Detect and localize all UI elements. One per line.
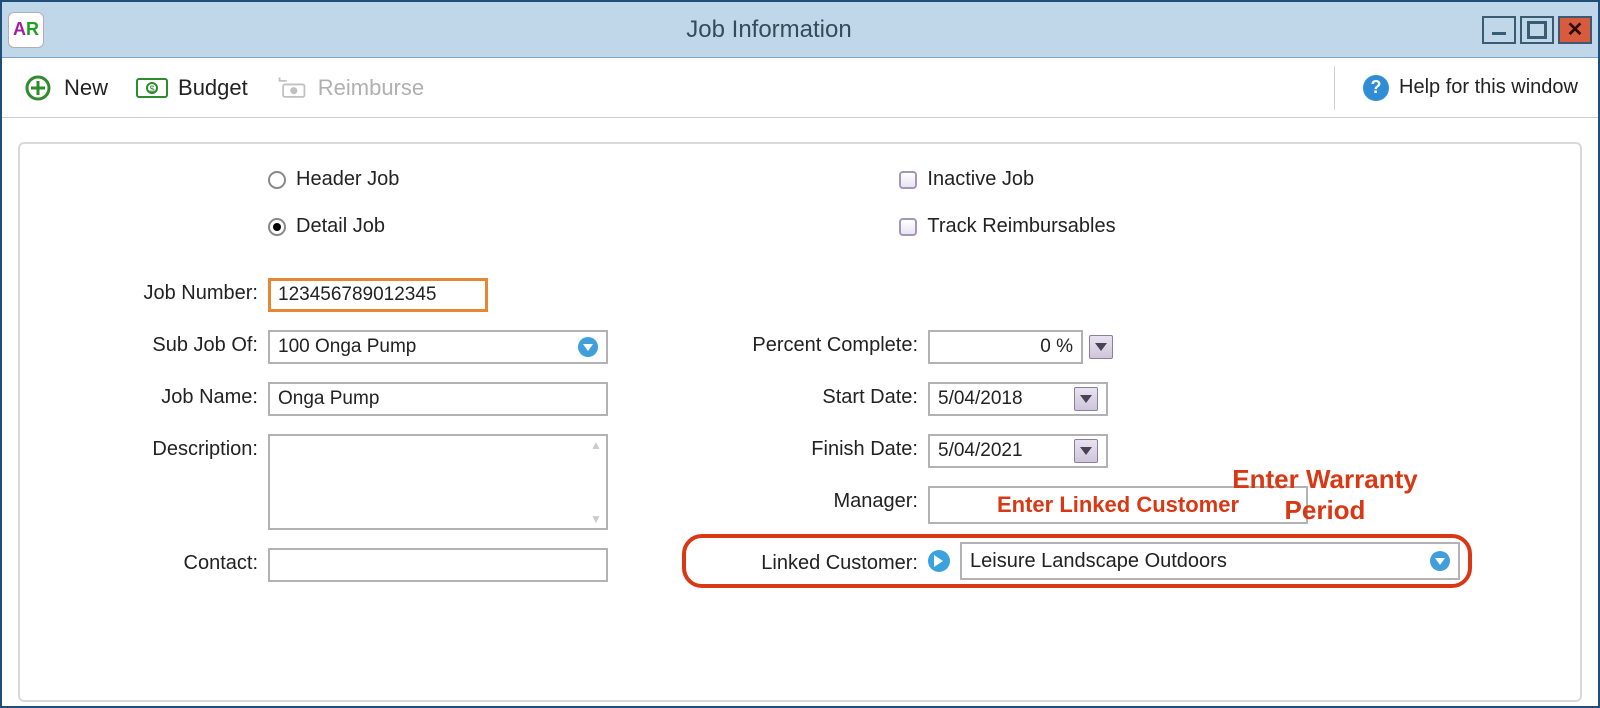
track-reimbursables-label: Track Reimbursables [927,215,1115,238]
window-title: Job Information [56,16,1482,44]
job-name-label: Job Name: [68,382,258,409]
detail-job-label: Detail Job [296,215,385,238]
new-button[interactable]: New [22,74,108,102]
money-icon: $ [136,74,168,102]
help-icon: ? [1363,75,1389,101]
titlebar: AR Job Information [2,2,1598,58]
toolbar: New $ Budget Reimburse [2,58,1598,118]
job-info-window: AR Job Information New [0,0,1600,708]
job-name-input[interactable]: Onga Pump [268,382,608,416]
reimburse-icon [276,74,308,102]
top-options: Header Job Detail Job Inactive Job Track… [68,168,1532,238]
annotation-warranty: Enter Warranty Period [1190,464,1460,526]
right-column: Percent Complete: 0 % Start Date: 5/04/2… [708,278,1460,582]
plus-icon [22,74,54,102]
help-label: Help for this window [1399,76,1578,99]
contact-label: Contact: [68,548,258,575]
start-date-label: Start Date: [708,382,918,409]
scroll-hint: ▲▼ [588,438,604,526]
svg-text:$: $ [150,84,155,94]
track-reimbursables-checkbox[interactable] [899,218,917,236]
new-label: New [64,75,108,101]
inactive-label: Inactive Job [927,168,1034,191]
arrow-right-icon[interactable] [928,550,950,572]
close-button[interactable] [1558,16,1592,44]
help-link[interactable]: ? Help for this window [1363,75,1578,101]
budget-label: Budget [178,75,248,101]
chevron-down-icon[interactable] [1089,335,1113,359]
chevron-down-icon[interactable] [1074,387,1098,411]
inactive-checkbox[interactable] [899,171,917,189]
linked-customer-combo[interactable]: Leisure Landscape Outdoors [960,542,1460,580]
job-number-label: Job Number: [68,278,258,305]
form-area: Job Number: 123456789012345 Sub Job Of: … [68,278,1532,582]
header-job-radio[interactable] [268,171,286,189]
chevron-down-icon[interactable] [1074,439,1098,463]
sub-job-combo[interactable]: 100 Onga Pump [268,330,608,364]
percent-complete-label: Percent Complete: [708,330,918,357]
finish-date-input[interactable]: 5/04/2021 [928,434,1108,468]
toolbar-separator [1334,66,1335,110]
chevron-down-icon[interactable] [1430,551,1450,571]
chevron-down-icon[interactable] [578,337,598,357]
reimburse-button[interactable]: Reimburse [276,74,424,102]
linked-customer-row: Linked Customer: Leisure Landscape Outdo… [708,542,1460,580]
form-panel: Header Job Detail Job Inactive Job Track… [18,142,1582,702]
app-icon: AR [8,12,44,48]
job-number-input[interactable]: 123456789012345 [268,278,488,312]
window-controls [1482,16,1592,44]
header-job-label: Header Job [296,168,399,191]
maximize-button[interactable] [1520,16,1554,44]
linked-customer-label: Linked Customer: [708,548,918,575]
start-date-input[interactable]: 5/04/2018 [928,382,1108,416]
sub-job-label: Sub Job Of: [68,330,258,357]
reimburse-label: Reimburse [318,75,424,101]
contact-input[interactable] [268,548,608,582]
finish-date-label: Finish Date: [708,434,918,461]
detail-job-radio[interactable] [268,218,286,236]
left-column: Job Number: 123456789012345 Sub Job Of: … [68,278,608,582]
description-textarea[interactable]: ▲▼ [268,434,608,530]
manager-label: Manager: [708,486,918,513]
percent-complete-input[interactable]: 0 % [928,330,1083,364]
description-label: Description: [68,434,258,461]
budget-button[interactable]: $ Budget [136,74,248,102]
minimize-button[interactable] [1482,16,1516,44]
